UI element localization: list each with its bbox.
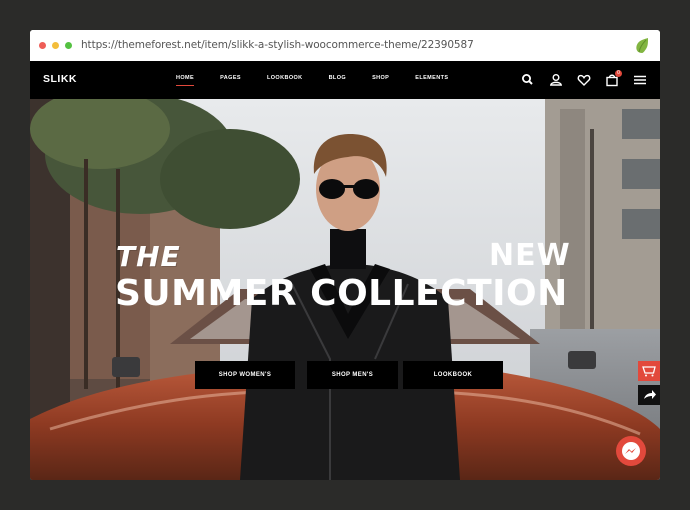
hero-title-the: THE <box>116 240 181 273</box>
side-share-button[interactable] <box>638 385 660 405</box>
cart-count-badge: 0 <box>615 70 622 77</box>
user-icon[interactable] <box>547 71 565 89</box>
menu-item-blog[interactable]: BLOG <box>329 75 360 81</box>
header-icons: 0 <box>519 70 649 89</box>
search-icon[interactable] <box>519 71 537 89</box>
hero-banner: THE NEW SUMMER COLLECTION SHOP WOMEN'S S… <box>30 99 660 480</box>
main-menu: HOME PAGES LOOKBOOK BLOG SHOP ELEMENTS <box>176 75 474 86</box>
menu-item-home[interactable]: HOME <box>176 75 207 86</box>
lookbook-button[interactable]: LOOKBOOK <box>403 361 503 389</box>
heart-icon[interactable] <box>575 71 593 89</box>
menu-item-shop[interactable]: SHOP <box>372 75 402 81</box>
url-text[interactable]: https://themeforest.net/item/slikk-a-sty… <box>81 39 474 51</box>
side-cart-button[interactable] <box>638 361 660 381</box>
share-arrow-icon <box>644 390 656 399</box>
cart-icon <box>642 366 656 377</box>
minimize-window-dot[interactable] <box>52 42 59 49</box>
cart-icon[interactable]: 0 <box>603 70 622 89</box>
messenger-icon <box>622 442 640 460</box>
shop-mens-button[interactable]: SHOP MEN'S <box>307 361 398 389</box>
browser-window: https://themeforest.net/item/slikk-a-sty… <box>30 30 660 480</box>
shop-womens-button[interactable]: SHOP WOMEN'S <box>195 361 295 389</box>
envato-leaf-icon <box>636 38 648 53</box>
maximize-window-dot[interactable] <box>65 42 72 49</box>
menu-item-lookbook[interactable]: LOOKBOOK <box>267 75 316 81</box>
site-logo[interactable]: SLIKK <box>43 73 77 85</box>
hero-title-new: NEW <box>489 238 571 273</box>
menu-item-pages[interactable]: PAGES <box>220 75 254 81</box>
hamburger-icon[interactable] <box>631 71 649 89</box>
messenger-chat-button[interactable] <box>616 436 646 466</box>
menu-item-elements[interactable]: ELEMENTS <box>415 75 461 81</box>
address-bar: https://themeforest.net/item/slikk-a-sty… <box>30 30 660 62</box>
close-window-dot[interactable] <box>39 42 46 49</box>
site-header: SLIKK HOME PAGES LOOKBOOK BLOG SHOP ELEM… <box>30 61 660 99</box>
hero-title-main: SUMMER COLLECTION <box>115 273 568 314</box>
